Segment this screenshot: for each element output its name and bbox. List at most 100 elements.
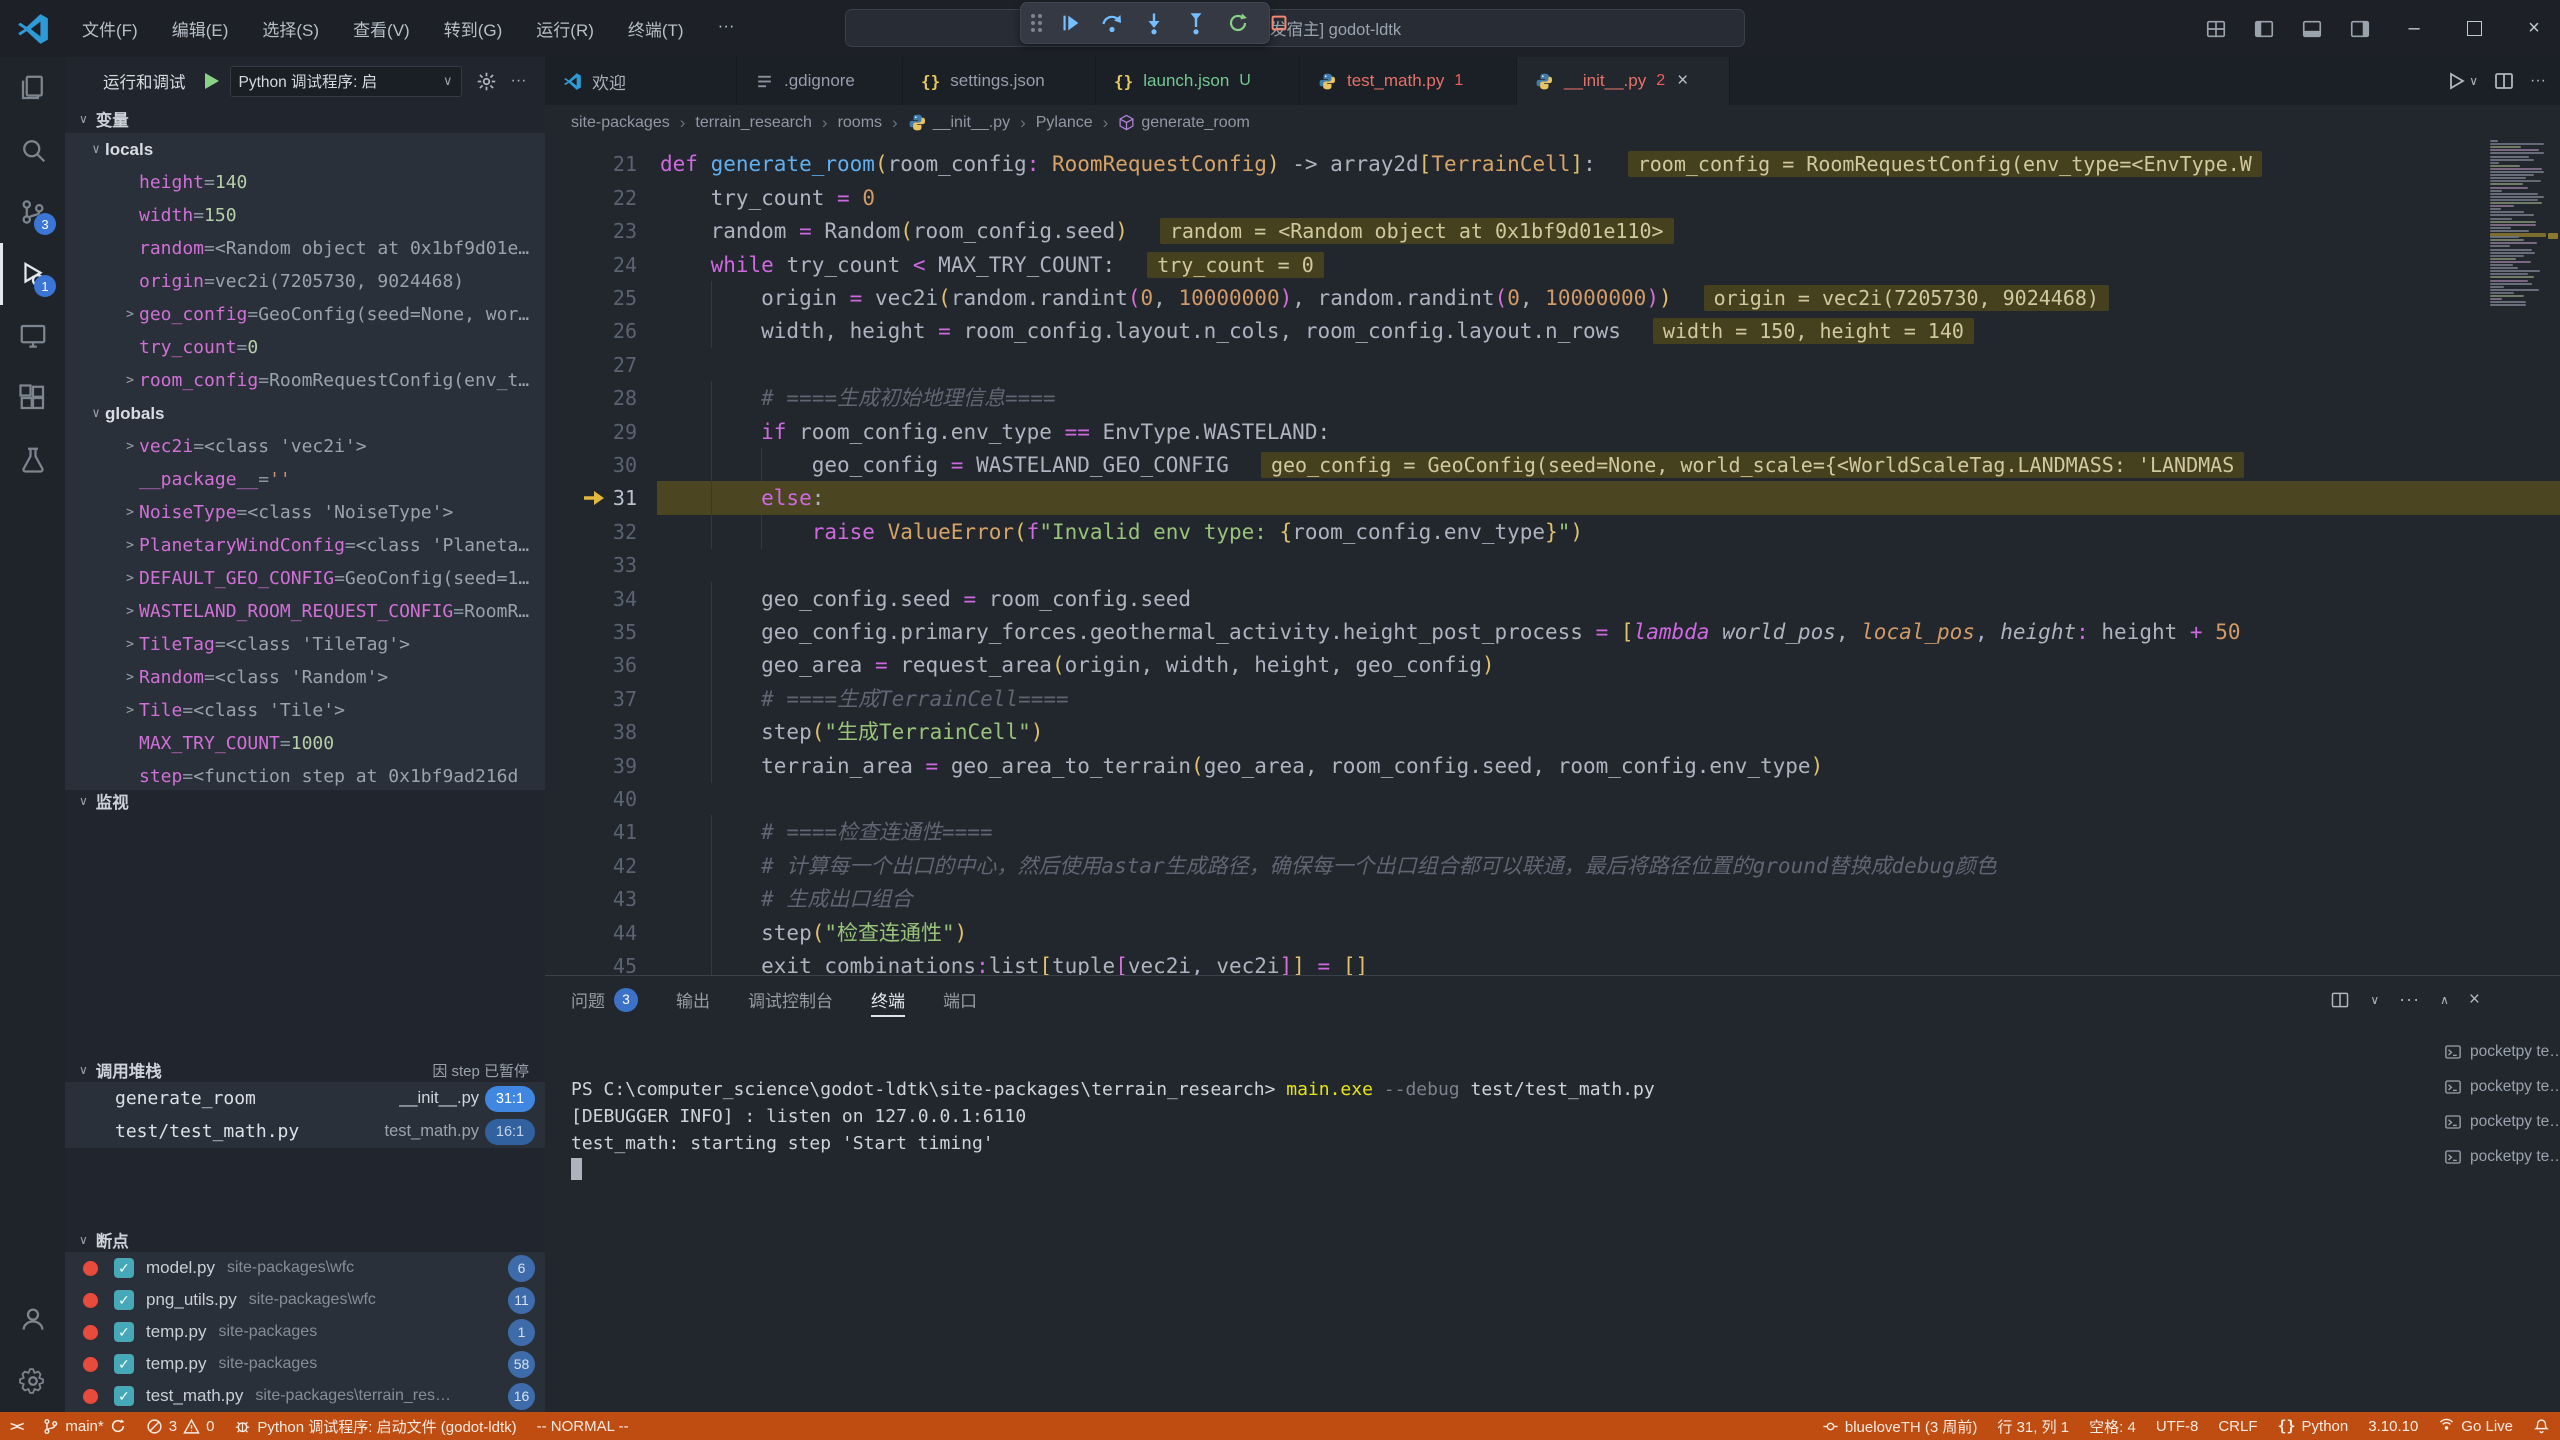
step-into-button[interactable] — [1142, 10, 1166, 36]
variable-row[interactable]: >PlanetaryWindConfig = <class 'Planeta… — [65, 529, 545, 562]
restart-button[interactable] — [1226, 10, 1250, 36]
menu-item-2[interactable]: 编辑(E) — [158, 10, 243, 47]
statusbar-item-blueloveTH[interactable]: blueloveTH (3 周前) — [1812, 1412, 1988, 1440]
breadcrumb-item[interactable]: terrain_research — [695, 114, 812, 132]
menu-item-6[interactable]: 运行(R) — [522, 10, 608, 47]
tab-[interactable]: 欢迎 — [545, 57, 737, 105]
close-panel-icon[interactable]: × — [2469, 989, 2480, 1011]
statusbar-item-3.10.10[interactable]: 3.10.10 — [2358, 1412, 2428, 1440]
tab-.gdignore[interactable]: .gdignore — [737, 57, 903, 105]
tab-__init__.py[interactable]: __init__.py2× — [1517, 57, 1730, 105]
activitybar-explorer[interactable] — [0, 57, 65, 119]
variable-row[interactable]: >WASTELAND_ROOM_REQUEST_CONFIG = RoomR… — [65, 595, 545, 628]
variable-row[interactable]: MAX_TRY_COUNT = 1000 — [65, 727, 545, 760]
terminal-session[interactable]: pocketpy te… — [2438, 1069, 2560, 1104]
maximize-panel-icon[interactable]: ∧ — [2440, 991, 2449, 1009]
breakpoints-section-header[interactable]: ∨ 断点 — [65, 1228, 545, 1252]
breakpoint-row[interactable]: ✓png_utils.pysite-packages\wfc11 — [65, 1284, 545, 1316]
menu-item-8[interactable]: ··· — [704, 10, 749, 47]
activitybar-accounts[interactable] — [0, 1288, 65, 1350]
statusbar-item-Go[interactable]: Go Live — [2428, 1412, 2523, 1440]
layout-panel-icon[interactable] — [2292, 10, 2332, 48]
activitybar-source-control[interactable]: 3 — [0, 181, 65, 243]
statusbar-item[interactable]: >< — [0, 1412, 32, 1440]
breadcrumb-item[interactable]: __init__.py — [908, 113, 1010, 132]
variable-row[interactable]: >room_config = RoomRequestConfig(env_t… — [65, 364, 545, 397]
variable-row[interactable]: random = <Random object at 0x1bf9d01e… — [65, 232, 545, 265]
statusbar-item[interactable] — [2523, 1412, 2560, 1440]
menu-item-4[interactable]: 查看(V) — [339, 10, 424, 47]
layout-secondary-icon[interactable] — [2340, 10, 2380, 48]
run-file-button[interactable]: ∨ — [2446, 71, 2478, 91]
more-actions-icon[interactable]: ··· — [2530, 72, 2546, 90]
code-line-31[interactable]: 31 else: — [545, 481, 2560, 515]
terminal-output[interactable]: PS C:\computer_science\godot-ldtk\site-p… — [571, 1076, 2430, 1402]
start-debug-icon[interactable] — [200, 70, 222, 92]
tab-settings.json[interactable]: {}settings.json — [903, 57, 1096, 105]
panel-tab-输出[interactable]: 输出 — [676, 976, 710, 1023]
step-out-button[interactable] — [1184, 10, 1208, 36]
variable-row[interactable]: origin = vec2i(7205730, 9024468) — [65, 265, 545, 298]
activitybar-search[interactable] — [0, 119, 65, 181]
more-icon[interactable]: ··· — [2399, 989, 2420, 1010]
activitybar-extensions[interactable] — [0, 367, 65, 429]
variable-row[interactable]: width = 150 — [65, 199, 545, 232]
statusbar-item---[interactable]: -- NORMAL -- — [527, 1412, 639, 1440]
menu-item-1[interactable]: 文件(F) — [68, 10, 152, 47]
close-icon[interactable]: × — [1677, 70, 1688, 92]
variable-row[interactable]: height = 140 — [65, 166, 545, 199]
statusbar-item-[interactable]: 空格: 4 — [2079, 1412, 2146, 1440]
variable-row[interactable]: __package__ = '' — [65, 463, 545, 496]
statusbar-item-CRLF[interactable]: CRLF — [2208, 1412, 2267, 1440]
variable-row[interactable]: >vec2i = <class 'vec2i'> — [65, 430, 545, 463]
statusbar-item-3[interactable]: 30 — [136, 1412, 225, 1440]
variable-row[interactable]: >TileTag = <class 'TileTag'> — [65, 628, 545, 661]
watch-section-header[interactable]: ∨ 监视 — [65, 790, 545, 812]
activitybar-testing[interactable] — [0, 429, 65, 491]
statusbar-item-Python[interactable]: Python 调试程序: 启动文件 (godot-ldtk) — [224, 1412, 526, 1440]
menu-item-3[interactable]: 选择(S) — [248, 10, 333, 47]
window-close-button[interactable]: × — [2508, 0, 2560, 57]
variables-section-header[interactable]: ∨ 变量 — [65, 105, 545, 133]
tab-launch.json[interactable]: {}launch.jsonU — [1096, 57, 1300, 105]
breadcrumb-item[interactable]: Pylance — [1036, 114, 1093, 132]
variable-row[interactable]: try_count = 0 — [65, 331, 545, 364]
code-editor[interactable]: 2021def generate_room(room_config: RoomR… — [545, 140, 2560, 975]
split-panel-icon[interactable] — [2330, 990, 2350, 1010]
tab-test_math.py[interactable]: test_math.py1 — [1300, 57, 1517, 105]
statusbar-item-Python[interactable]: {}Python — [2267, 1412, 2358, 1440]
debug-settings-gear-icon[interactable] — [476, 71, 497, 92]
breakpoint-row[interactable]: ✓test_math.pysite-packages\terrain_res…1… — [65, 1380, 545, 1412]
variable-row[interactable]: >Tile = <class 'Tile'> — [65, 694, 545, 727]
debug-config-select[interactable]: Python 调试程序: 启 ∨ — [230, 66, 462, 97]
statusbar-item-main[interactable]: main* — [32, 1412, 135, 1440]
variable-row[interactable]: >Random = <class 'Random'> — [65, 661, 545, 694]
activitybar-run-debug[interactable]: 1 — [0, 243, 65, 305]
command-center-search[interactable]: [扩展开发宿主] godot-ldtk — [845, 9, 1745, 47]
layout-sidebar-icon[interactable] — [2244, 10, 2284, 48]
breakpoint-row[interactable]: ✓temp.pysite-packages1 — [65, 1316, 545, 1348]
breakpoint-checkbox[interactable]: ✓ — [114, 1322, 134, 1342]
step-over-button[interactable] — [1100, 10, 1124, 36]
scope-globals[interactable]: ∨globals — [65, 397, 545, 430]
breakpoint-checkbox[interactable]: ✓ — [114, 1258, 134, 1278]
breadcrumb-item[interactable]: rooms — [838, 114, 882, 132]
terminal-session[interactable]: pocketpy te… — [2438, 1139, 2560, 1174]
terminal-session[interactable]: pocketpy te… — [2438, 1034, 2560, 1069]
breakpoint-row[interactable]: ✓model.pysite-packages\wfc6 — [65, 1252, 545, 1284]
variable-row[interactable]: >NoiseType = <class 'NoiseType'> — [65, 496, 545, 529]
statusbar-item-UTF-8[interactable]: UTF-8 — [2146, 1412, 2209, 1440]
layout-grid-icon[interactable] — [2196, 10, 2236, 48]
callstack-section-header[interactable]: ∨ 调用堆栈 因 step 已暂停 — [65, 1058, 545, 1082]
chevron-down-icon[interactable]: ∨ — [2370, 991, 2379, 1009]
breadcrumb-item[interactable]: site-packages — [571, 114, 670, 132]
split-editor-icon[interactable] — [2494, 71, 2514, 91]
activitybar-remote-explorer[interactable] — [0, 305, 65, 367]
continue-button[interactable] — [1060, 10, 1082, 36]
scope-locals[interactable]: ∨locals — [65, 133, 545, 166]
variable-row[interactable]: >geo_config = GeoConfig(seed=None, wor… — [65, 298, 545, 331]
more-actions-icon[interactable]: ··· — [511, 72, 527, 90]
menu-item-7[interactable]: 终端(T) — [614, 10, 698, 47]
panel-tab-终端[interactable]: 终端 — [871, 976, 905, 1023]
breakpoint-checkbox[interactable]: ✓ — [114, 1386, 134, 1406]
